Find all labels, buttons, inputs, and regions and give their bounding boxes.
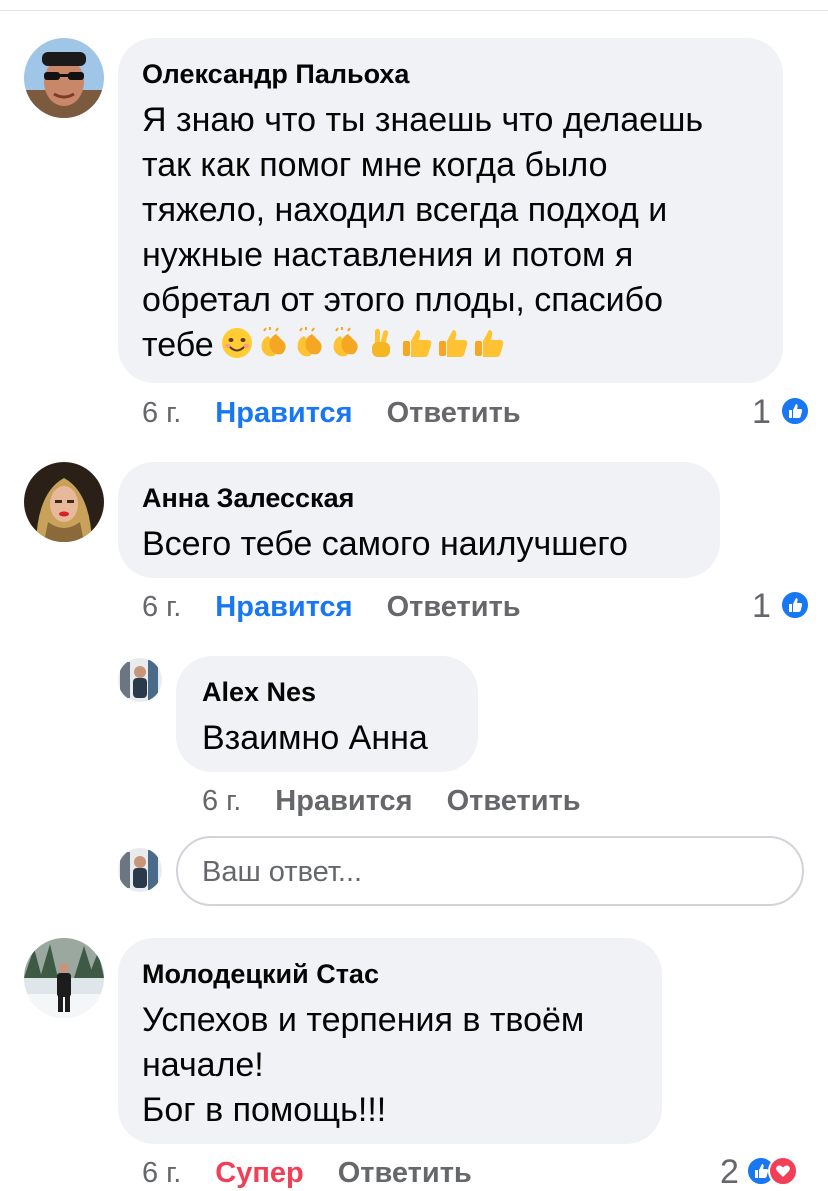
comment-meta: 6 г. Супер Ответить [142,1156,472,1190]
comment-text-word: тебе [142,326,214,364]
reply-button[interactable]: Ответить [338,1157,472,1189]
comment-author[interactable]: Олександр Пальоха [142,58,409,90]
thumbs-up-icon [402,330,431,357]
avatar-anna[interactable] [24,462,104,542]
top-divider [0,10,828,11]
comment-text-line: Всего тебе самого наилучшего [142,525,628,563]
reply-button[interactable]: Ответить [387,591,521,623]
love-icon [768,1156,798,1186]
avatar-stas[interactable] [24,938,104,1018]
avatar-current-user [118,848,162,892]
clapping-hands-icon [261,327,286,357]
like-button[interactable]: Нравится [275,785,412,817]
thumbs-up-icon [474,330,503,357]
smiling-face-icon [221,328,252,358]
emoji-row [220,326,508,360]
comment-text-line: нужные наставления и потом я [142,236,634,274]
clapping-hands-icon [297,327,322,357]
comment-text-line: Бог в помощь!!! [142,1091,387,1129]
avatar-oleksandr[interactable] [24,38,104,118]
like-icon [780,396,810,426]
reply-author[interactable]: Alex Nes [202,676,316,708]
comment-time[interactable]: 6 г. [142,591,181,623]
comment-text-line: Я знаю что ты знаешь что делаешь [142,101,704,139]
comment-text-line: Успехов и терпения в твоём [142,1001,585,1039]
reaction-count[interactable]: 1 [752,392,771,432]
like-icon [780,590,810,620]
comment-meta: 6 г. Нравится Ответить [142,590,521,624]
comment-text: Я знаю что ты знаешь что делаешь так как… [142,98,703,368]
comment-text: Всего тебе самого наилучшего [142,522,628,567]
reaction-count[interactable]: 1 [752,586,771,626]
comment-time[interactable]: 6 г. [142,397,181,429]
victory-hand-icon [371,329,390,357]
comment-text-line-last: тебе [142,323,703,368]
reply-button[interactable]: Ответить [447,785,581,817]
reply-time[interactable]: 6 г. [202,785,241,817]
comment-author[interactable]: Анна Залесская [142,482,354,514]
comment-time[interactable]: 6 г. [142,1157,181,1189]
reactions[interactable] [780,396,810,426]
comment-text-line: тяжело, находил всегда подход и [142,191,668,229]
comment-text-line: начале! [142,1046,264,1084]
reactions[interactable] [780,590,810,620]
reply-button[interactable]: Ответить [387,397,521,429]
reactions[interactable] [746,1156,798,1186]
reply-input[interactable] [202,850,762,894]
super-reaction-button[interactable]: Супер [215,1157,303,1189]
comment-text: Успехов и терпения в твоём начале! Бог в… [142,998,584,1133]
reply-text: Взаимно Анна [202,719,428,757]
reply-input-box[interactable] [176,836,804,906]
like-button[interactable]: Нравится [215,397,352,429]
reply-meta: 6 г. Нравится Ответить [202,784,581,818]
comment-text-line: обретал от этого плоды, спасибо [142,281,664,319]
like-button[interactable]: Нравится [215,591,352,623]
reaction-count[interactable]: 2 [720,1152,739,1191]
comment-author[interactable]: Молодецкий Стас [142,958,379,990]
avatar-alex-nes[interactable] [118,658,162,702]
thumbs-up-icon [438,330,467,357]
clapping-hands-icon [333,327,358,357]
comment-text-line: так как помог мне когда было [142,146,608,184]
comment-meta: 6 г. Нравится Ответить [142,396,521,430]
